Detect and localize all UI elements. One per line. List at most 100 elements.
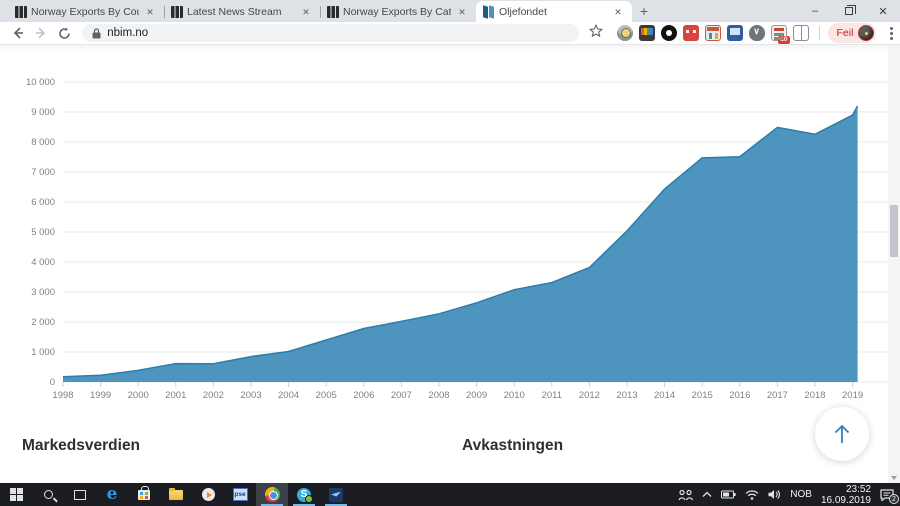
tabs: Norway Exports By Country ✕ Latest News … xyxy=(0,0,632,22)
app-skype[interactable]: S xyxy=(288,483,320,506)
scroll-to-top-button[interactable] xyxy=(815,407,869,461)
svg-text:2012: 2012 xyxy=(579,390,600,401)
action-center-button[interactable]: 2 xyxy=(880,489,894,501)
tab-favicon-icon xyxy=(171,6,183,18)
extension-tv-icon[interactable] xyxy=(639,25,655,41)
section-markedsverdien: Markedsverdien Fondets verdi påvirkes av… xyxy=(22,411,454,483)
browser-window: Norway Exports By Country ✕ Latest News … xyxy=(0,0,900,506)
task-view-icon xyxy=(74,490,86,500)
forward-button[interactable] xyxy=(29,23,52,43)
system-tray: NOB 23:52 16.09.2019 2 xyxy=(678,483,900,506)
back-icon xyxy=(11,26,25,40)
minimize-button[interactable]: – xyxy=(798,0,832,22)
clock[interactable]: 23:52 16.09.2019 xyxy=(821,484,871,506)
restore-button[interactable] xyxy=(832,0,866,22)
hidden-icons-chevron[interactable] xyxy=(702,491,712,498)
volume-icon[interactable] xyxy=(768,489,781,500)
extension-split-icon[interactable] xyxy=(793,25,809,41)
restore-icon xyxy=(845,7,853,15)
svg-text:2008: 2008 xyxy=(428,390,449,401)
app-movies-tv[interactable] xyxy=(192,483,224,506)
svg-text:2004: 2004 xyxy=(278,390,299,401)
profile-button[interactable]: Feil xyxy=(828,23,877,43)
new-tab-button[interactable]: + xyxy=(632,1,656,21)
blue-app-icon xyxy=(329,488,343,502)
svg-text:4 000: 4 000 xyxy=(31,257,55,268)
scrollbar-down-arrow[interactable] xyxy=(891,476,897,480)
extension-grid-icon[interactable] xyxy=(705,25,721,41)
people-icon[interactable] xyxy=(678,489,693,501)
svg-text:2001: 2001 xyxy=(165,390,186,401)
tray-date: 16.09.2019 xyxy=(821,495,871,506)
tab-title: Latest News Stream xyxy=(187,6,295,18)
browser-toolbar: nbim.no 10 Feil xyxy=(0,22,900,45)
folder-icon xyxy=(169,490,183,500)
wifi-icon[interactable] xyxy=(745,490,759,500)
extension-record-icon[interactable] xyxy=(661,25,677,41)
tab-oljefondet-active[interactable]: Oljefondet ✕ xyxy=(476,1,632,22)
app-microsoft-store[interactable] xyxy=(128,483,160,506)
svg-text:3 000: 3 000 xyxy=(31,287,55,298)
back-button[interactable] xyxy=(6,23,29,43)
svg-text:2007: 2007 xyxy=(391,390,412,401)
lock-icon xyxy=(92,28,101,39)
app-chrome-active[interactable] xyxy=(256,483,288,506)
tray-time: 23:52 xyxy=(821,484,871,495)
scrollbar-thumb[interactable] xyxy=(890,205,898,257)
app-edge[interactable]: e xyxy=(96,483,128,506)
search-button[interactable] xyxy=(32,483,64,506)
nbim-logo-icon xyxy=(483,6,495,18)
tab-close-icon[interactable]: ✕ xyxy=(455,5,469,19)
svg-text:2019: 2019 xyxy=(842,390,863,401)
app-photoshop-elements[interactable]: pse xyxy=(224,483,256,506)
text-columns: Markedsverdien Fondets verdi påvirkes av… xyxy=(0,411,900,483)
extension-pocket-icon[interactable] xyxy=(749,25,765,41)
notification-badge: 2 xyxy=(889,494,899,504)
browser-menu-button[interactable] xyxy=(882,27,900,40)
window-controls: – ✕ xyxy=(798,0,900,22)
svg-text:2013: 2013 xyxy=(616,390,637,401)
svg-text:2009: 2009 xyxy=(466,390,487,401)
tab-latest-news-stream[interactable]: Latest News Stream ✕ xyxy=(164,2,320,22)
tab-close-icon[interactable]: ✕ xyxy=(299,5,313,19)
extension-screen-icon[interactable] xyxy=(727,25,743,41)
tab-norway-exports-by-category[interactable]: Norway Exports By Category ✕ xyxy=(320,2,476,22)
tab-norway-exports-by-country[interactable]: Norway Exports By Country ✕ xyxy=(8,2,164,22)
skype-icon: S xyxy=(297,488,311,502)
battery-icon[interactable] xyxy=(721,490,736,499)
extension-list-icon[interactable]: 10 xyxy=(771,25,787,41)
windows-logo-icon xyxy=(10,488,23,501)
svg-text:2002: 2002 xyxy=(203,390,224,401)
svg-text:5 000: 5 000 xyxy=(31,227,55,238)
store-icon xyxy=(138,490,150,500)
svg-text:2 000: 2 000 xyxy=(31,317,55,328)
tab-favicon-icon xyxy=(327,6,339,18)
tab-close-icon[interactable]: ✕ xyxy=(611,5,625,19)
extension-cam-icon[interactable] xyxy=(617,25,633,41)
webpage-content: 01 0002 0003 0004 0005 0006 0007 0008 00… xyxy=(0,45,900,483)
section-heading: Avkastningen xyxy=(462,434,862,457)
extension-robot-icon[interactable] xyxy=(683,25,699,41)
svg-text:1999: 1999 xyxy=(90,390,111,401)
app-blue[interactable] xyxy=(320,483,352,506)
svg-text:1 000: 1 000 xyxy=(31,347,55,358)
refresh-button[interactable] xyxy=(53,23,76,43)
address-bar[interactable]: nbim.no xyxy=(82,24,578,42)
section-heading: Markedsverdien xyxy=(22,434,454,457)
profile-label: Feil xyxy=(837,27,854,39)
tab-title: Oljefondet xyxy=(499,6,607,18)
page-scrollbar[interactable] xyxy=(888,45,900,483)
keyboard-layout-indicator[interactable]: NOB xyxy=(790,489,812,500)
tab-close-icon[interactable]: ✕ xyxy=(143,5,157,19)
fund-value-area-chart: 01 0002 0003 0004 0005 0006 0007 0008 00… xyxy=(0,45,895,405)
bookmark-star-button[interactable] xyxy=(589,24,603,43)
svg-text:2000: 2000 xyxy=(128,390,149,401)
app-file-explorer[interactable] xyxy=(160,483,192,506)
svg-text:8 000: 8 000 xyxy=(31,137,55,148)
svg-text:2018: 2018 xyxy=(804,390,825,401)
svg-text:2010: 2010 xyxy=(504,390,525,401)
close-button[interactable]: ✕ xyxy=(866,0,900,22)
task-view-button[interactable] xyxy=(64,483,96,506)
svg-text:2015: 2015 xyxy=(692,390,713,401)
start-button[interactable] xyxy=(0,483,32,506)
